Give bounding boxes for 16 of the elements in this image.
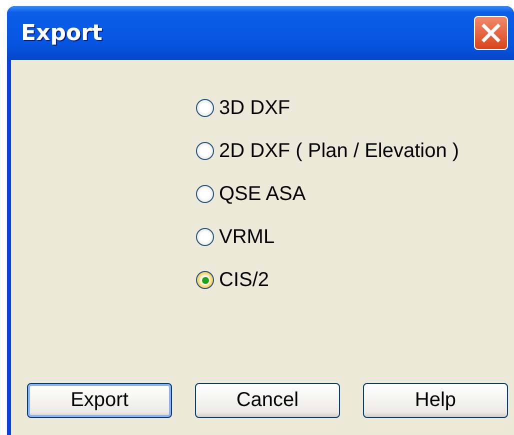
window-title: Export [21,20,102,46]
close-button[interactable] [474,16,508,50]
radio-button[interactable] [196,271,214,289]
option-label: CIS/2 [219,268,270,292]
option-label: QSE ASA [219,182,306,206]
dialog-button[interactable]: Help [363,383,508,418]
dialog-button[interactable]: Cancel [195,383,340,418]
radio-button[interactable] [196,185,214,203]
option-label: 3D DXF [219,96,290,120]
option-label: 2D DXF ( Plan / Elevation ) [219,140,460,162]
radio-button[interactable] [196,228,214,246]
option-label: VRML [219,226,275,248]
close-icon [480,22,502,44]
radio-button[interactable] [196,142,214,160]
dialog-button[interactable]: Export [27,383,172,418]
radio-button[interactable] [196,99,214,117]
